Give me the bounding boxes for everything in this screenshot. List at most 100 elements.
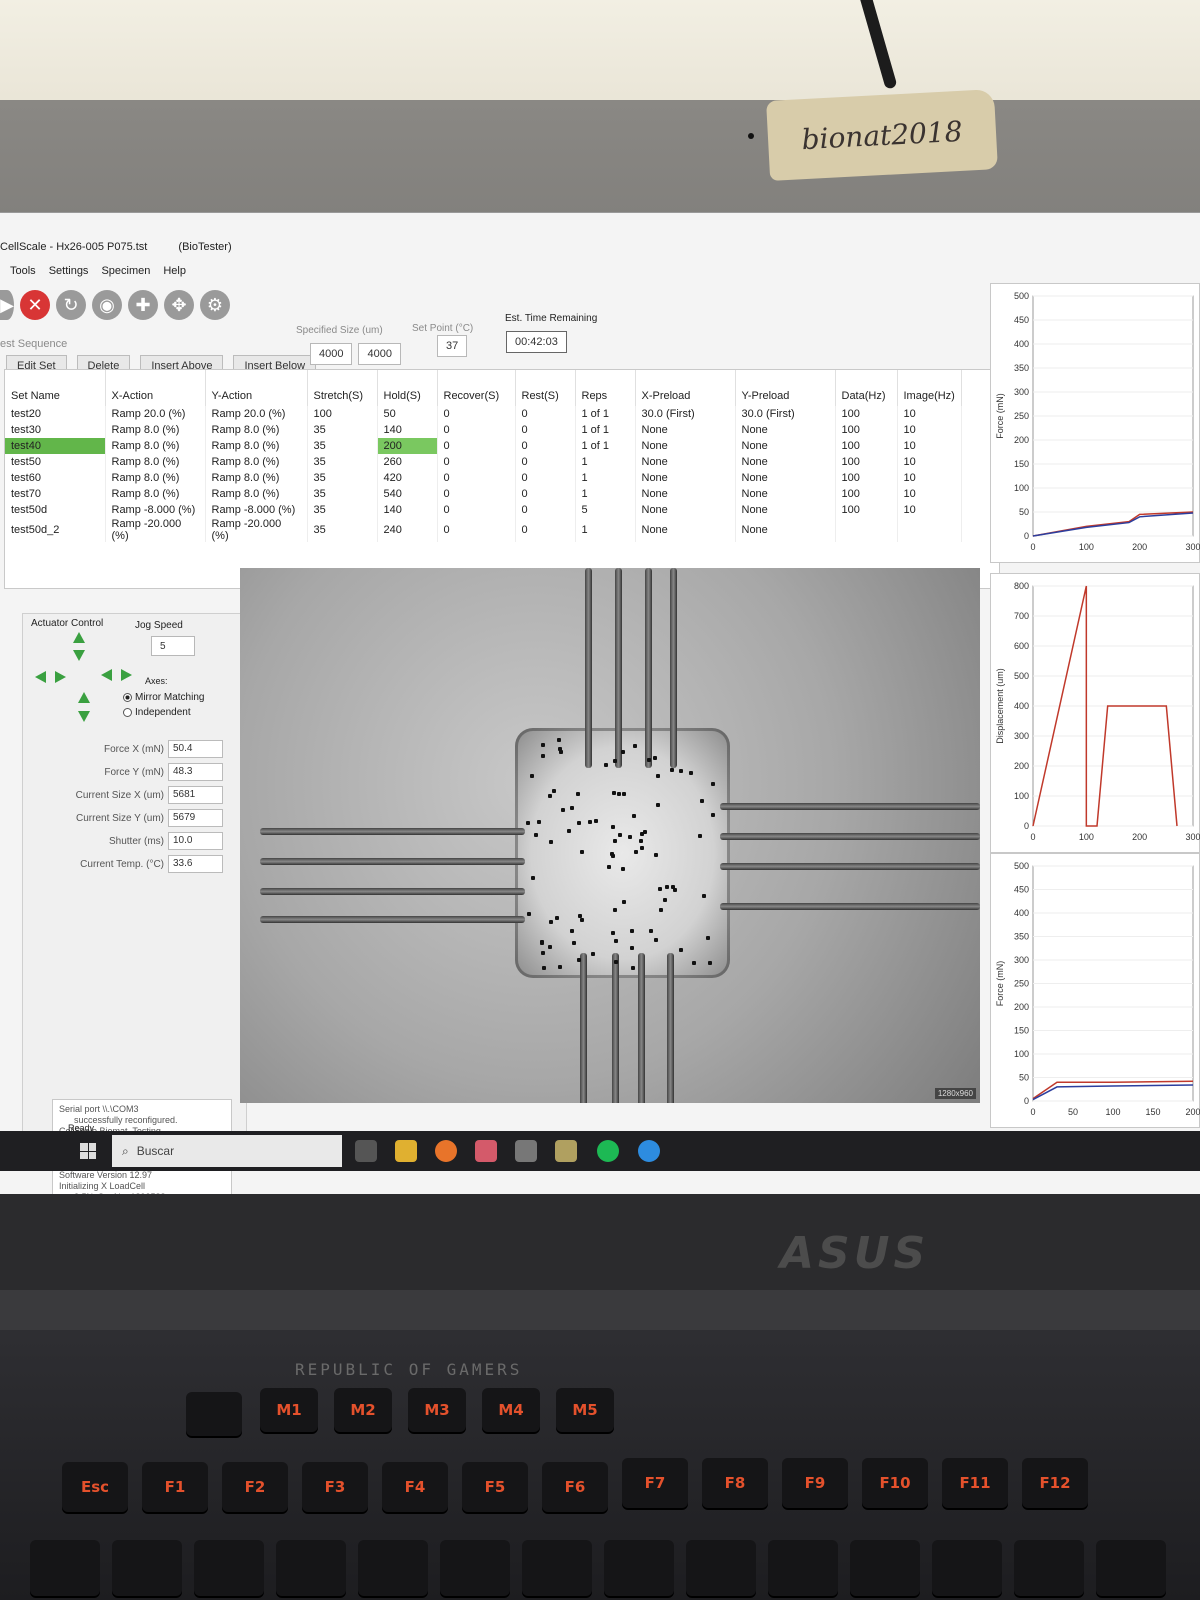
table-row[interactable]: test20 Ramp 20.0 (%) Ramp 20.0 (%) 100 50 0 0 1… xyxy=(5,406,962,422)
cellscale-icon[interactable] xyxy=(555,1140,577,1162)
tissue-marker xyxy=(548,944,553,949)
readout-value: 10.0 xyxy=(168,832,223,850)
table-cell: 260 xyxy=(377,454,438,470)
table-row[interactable]: test30 Ramp 8.0 (%) Ramp 8.0 (%) 35 140 0 0 1 o… xyxy=(5,422,962,438)
rake-tine xyxy=(720,803,980,810)
key xyxy=(30,1540,100,1596)
app-icon[interactable] xyxy=(515,1140,537,1162)
set-point-label: Set Point (°C) xyxy=(412,323,474,334)
axes-label: Axes: xyxy=(145,676,168,686)
readout-value: 5681 xyxy=(168,786,223,804)
firefox-icon[interactable] xyxy=(435,1140,457,1162)
table-cell: 540 xyxy=(377,486,438,502)
y-axis-label: Displacement (um) xyxy=(995,668,1005,744)
table-cell xyxy=(835,518,898,542)
camera-icon[interactable]: ◉ xyxy=(92,290,122,320)
size-y-field[interactable]: 4000 xyxy=(358,343,401,365)
table-row[interactable]: test50d_2 Ramp -20.000 (%) Ramp -20.000 (%… xyxy=(5,518,962,542)
rake-tine xyxy=(580,953,587,1103)
sticker: bionat2018 xyxy=(766,89,998,181)
table-cell: Ramp 8.0 (%) xyxy=(205,486,308,502)
rake-tine xyxy=(720,863,980,870)
key: F2 xyxy=(222,1462,288,1512)
table-row[interactable]: test50 Ramp 8.0 (%) Ramp 8.0 (%) 35 260 0 0 1 No… xyxy=(5,454,962,470)
jog-left-2-icon[interactable] xyxy=(101,669,112,681)
jog-left-icon[interactable] xyxy=(35,671,46,683)
column-header[interactable]: Y-Action xyxy=(205,370,308,406)
table-row[interactable]: test60 Ramp 8.0 (%) Ramp 8.0 (%) 35 420 0 0 1 No… xyxy=(5,470,962,486)
key xyxy=(1096,1540,1166,1596)
tissue-marker xyxy=(616,792,621,797)
task-view-icon[interactable] xyxy=(355,1140,377,1162)
column-header[interactable]: X-Preload xyxy=(635,370,736,406)
column-header[interactable]: Data(Hz) xyxy=(835,370,898,406)
set-point-field[interactable]: 37 xyxy=(437,335,468,357)
independent-radio[interactable]: Independent xyxy=(123,707,191,718)
jog-up-2-icon[interactable] xyxy=(78,692,90,703)
tissue-marker xyxy=(529,773,534,778)
camera-resolution: 1280x960 xyxy=(934,1088,976,1099)
column-header[interactable]: Image(Hz) xyxy=(897,370,962,406)
y-tick-label: 100 xyxy=(1014,791,1029,801)
table-row[interactable]: test70 Ramp 8.0 (%) Ramp 8.0 (%) 35 540 0 0 1 No… xyxy=(5,486,962,502)
tissue-marker xyxy=(692,960,697,965)
column-header[interactable]: X-Action xyxy=(105,370,206,406)
jog-speed-stepper[interactable]: 5 xyxy=(151,636,195,656)
y-tick-label: 500 xyxy=(1014,291,1029,301)
crosshair-icon[interactable]: ✥ xyxy=(164,290,194,320)
jog-right-icon[interactable] xyxy=(55,671,66,683)
stop-icon[interactable]: ✕ xyxy=(20,290,50,320)
gear-icon[interactable]: ⚙ xyxy=(200,290,230,320)
table-cell: test50d xyxy=(5,502,106,518)
table-cell: Ramp 8.0 (%) xyxy=(205,438,308,454)
table-cell: 0 xyxy=(515,406,576,422)
menu-help[interactable]: Help xyxy=(163,265,186,277)
table-cell: 1 of 1 xyxy=(575,438,636,454)
file-explorer-icon[interactable] xyxy=(395,1140,417,1162)
column-header[interactable]: Y-Preload xyxy=(735,370,836,406)
menu-specimen[interactable]: Specimen xyxy=(101,265,150,277)
column-header[interactable]: Recover(S) xyxy=(437,370,516,406)
table-row[interactable]: test50d Ramp -8.000 (%) Ramp -8.000 (%) 35 1… xyxy=(5,502,962,518)
spotify-icon[interactable] xyxy=(597,1140,619,1162)
tissue-marker xyxy=(610,930,615,935)
table-cell: 10 xyxy=(897,502,962,518)
mirror-label: Mirror Matching xyxy=(135,692,205,703)
table-cell: None xyxy=(735,486,836,502)
tissue-marker xyxy=(588,820,593,825)
x-tick-label: 150 xyxy=(1145,1107,1160,1117)
table-cell: None xyxy=(735,470,836,486)
column-header[interactable]: Set Name xyxy=(5,370,106,406)
size-x-field[interactable]: 4000 xyxy=(310,343,353,365)
readout-row: Shutter (ms) 10.0 xyxy=(23,831,223,851)
app-icon[interactable] xyxy=(475,1140,497,1162)
jog-down-2-icon[interactable] xyxy=(78,711,90,722)
column-header[interactable]: Rest(S) xyxy=(515,370,576,406)
tissue-sample xyxy=(515,728,730,978)
column-header[interactable]: Stretch(S) xyxy=(307,370,378,406)
jog-right-2-icon[interactable] xyxy=(121,669,132,681)
windows-start-icon[interactable] xyxy=(80,1143,96,1159)
table-cell: Ramp 8.0 (%) xyxy=(205,454,308,470)
x-tick-label: 0 xyxy=(1030,832,1035,842)
taskbar-search[interactable]: ⌕ Buscar xyxy=(112,1135,342,1167)
tissue-marker xyxy=(627,834,632,839)
readout-label: Shutter (ms) xyxy=(108,835,164,847)
reset-icon[interactable]: ↻ xyxy=(56,290,86,320)
jog-down-icon[interactable] xyxy=(73,650,85,661)
move-icon[interactable]: ✚ xyxy=(128,290,158,320)
rake-tine xyxy=(612,953,619,1103)
table-cell: 35 xyxy=(307,518,378,542)
key: F3 xyxy=(302,1462,368,1512)
table-row[interactable]: test40 Ramp 8.0 (%) Ramp 8.0 (%) 35 200 0 0 1 o… xyxy=(5,438,962,454)
column-header[interactable]: Hold(S) xyxy=(377,370,438,406)
x-tick-label: 100 xyxy=(1105,1107,1120,1117)
column-header[interactable]: Reps xyxy=(575,370,636,406)
mirror-radio[interactable]: Mirror Matching xyxy=(123,692,204,703)
camera-app-icon[interactable] xyxy=(638,1140,660,1162)
play-icon[interactable]: ▶ xyxy=(0,290,14,320)
menu-settings[interactable]: Settings xyxy=(49,265,89,277)
jog-up-icon[interactable] xyxy=(73,632,85,643)
menu-tools[interactable]: Tools xyxy=(10,265,36,277)
y-tick-label: 350 xyxy=(1014,932,1029,942)
